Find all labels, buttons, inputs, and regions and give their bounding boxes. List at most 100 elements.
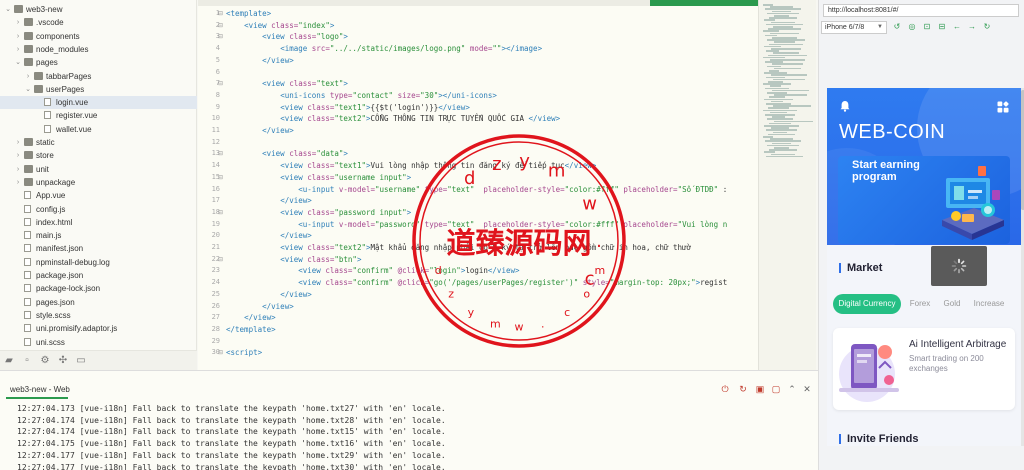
refresh-icon[interactable]: ↻ [982, 22, 992, 31]
tree-file[interactable]: register.vue [0, 109, 197, 122]
device-select[interactable]: iPhone 6/7/8 ▼ [821, 21, 887, 34]
code-line[interactable]: <view class="btn"> [226, 254, 361, 266]
tree-file[interactable]: index.html [0, 216, 197, 229]
chevron-down-icon[interactable]: ⌄ [14, 56, 22, 69]
code-line[interactable]: </view> [226, 55, 294, 67]
fold-icon[interactable]: ⊟ [218, 256, 223, 263]
editor-tab[interactable] [218, 0, 288, 6]
chevron-right-icon[interactable]: › [14, 30, 22, 43]
fold-icon[interactable]: ⊟ [218, 80, 223, 87]
tree-folder[interactable]: › unpackage [0, 176, 197, 189]
code-line[interactable]: <script> [226, 347, 262, 359]
code-line[interactable]: <view class="password input"> [226, 207, 411, 219]
code-line[interactable]: <template> [226, 8, 271, 20]
inspect-icon[interactable]: ⊟ [937, 22, 947, 31]
bell-icon[interactable] [839, 100, 851, 112]
code-line[interactable]: <view class="username input"> [226, 172, 411, 184]
tree-file[interactable]: uni.scss [0, 336, 197, 349]
editor-tab[interactable] [338, 0, 418, 6]
chevron-right-icon[interactable]: › [14, 149, 22, 162]
code-line[interactable]: <u-input v-model="username" type="text" … [226, 184, 727, 196]
tab-forex[interactable]: Forex [905, 294, 935, 314]
terminal-icon[interactable]: ▭ [76, 356, 86, 366]
refresh-icon[interactable]: ↻ [738, 384, 748, 395]
fold-icon[interactable]: ⊟ [218, 150, 223, 157]
tree-folder[interactable]: › static [0, 136, 197, 149]
tree-file[interactable]: uni.promisify.adaptor.js [0, 322, 197, 335]
code-line[interactable]: <view class="text2">CỔNG THÔNG TIN TRỰC … [226, 113, 560, 125]
collapse-icon[interactable]: ⌃ [787, 384, 797, 395]
screenshot-icon[interactable]: ⊡ [922, 22, 932, 31]
tree-folder[interactable]: › .vscode [0, 16, 197, 29]
code-line[interactable]: </view> [226, 312, 276, 324]
gear-icon[interactable]: ⚙ [40, 356, 50, 366]
tree-file[interactable]: login.vue [0, 96, 197, 110]
tab-digital-currency[interactable]: Digital Currency [833, 294, 901, 314]
apps-icon[interactable] [997, 101, 1009, 113]
tab-increase[interactable]: Increase [969, 294, 1009, 314]
tree-file[interactable]: manifest.json [0, 242, 197, 255]
tree-file[interactable]: App.vue [0, 189, 197, 202]
chevron-right-icon[interactable]: › [14, 176, 22, 189]
close-icon[interactable]: ✕ [802, 384, 812, 395]
tree-file[interactable]: wallet.vue [0, 123, 197, 136]
tree-file[interactable]: npminstall-debug.log [0, 256, 197, 269]
code-line[interactable]: </view> [226, 125, 294, 137]
tree-folder[interactable]: › unit [0, 163, 197, 176]
code-line[interactable]: </view> [226, 195, 312, 207]
stop-icon[interactable]: ⏻ [720, 384, 730, 395]
minimap[interactable] [758, 0, 816, 370]
tree-file[interactable]: package.json [0, 269, 197, 282]
chevron-down-icon[interactable]: ⌄ [4, 3, 12, 16]
tree-file[interactable]: pages.json [0, 296, 197, 309]
code-line[interactable]: <view class="text"> [226, 78, 348, 90]
code-line[interactable]: <view class="logo"> [226, 31, 348, 43]
tree-folder[interactable]: › components [0, 30, 197, 43]
file-icon[interactable]: ▫ [22, 356, 32, 366]
fold-icon[interactable]: ⊟ [218, 22, 223, 29]
fold-icon[interactable]: ⊟ [218, 174, 223, 181]
code-line[interactable]: <view class="text1">{{$t('login')}}</vie… [226, 102, 470, 114]
code-line[interactable]: <view class="confirm" @click="login">log… [226, 265, 519, 277]
chevron-right-icon[interactable]: › [14, 136, 22, 149]
fold-icon[interactable]: ⊟ [218, 209, 223, 216]
rotate-icon[interactable]: ↺ [892, 22, 902, 31]
folder-icon[interactable]: ▰ [4, 356, 14, 366]
puzzle-icon[interactable]: ✣ [58, 356, 68, 366]
code-editor[interactable]: 1 ⊟ 2 ⊟ 3 ⊟ 4 5 6 7 ⊟ 8 9 10 11 12 13 ⊟ 14 15 ⊟ 16 17 18 ⊟ 19 20 21… [198, 0, 758, 370]
chevron-right-icon[interactable]: › [14, 16, 22, 29]
tree-folder[interactable]: › store [0, 149, 197, 162]
code-line[interactable]: </view> [226, 230, 312, 242]
tree-folder[interactable]: › tabbarPages [0, 70, 197, 83]
forward-icon[interactable]: → [967, 22, 977, 31]
code-line[interactable]: </view> [226, 301, 294, 313]
url-input[interactable]: http://localhost:8081/#/ [823, 4, 1019, 17]
code-line[interactable]: <image src="../../static/images/logo.png… [226, 43, 542, 55]
tree-folder[interactable]: ⌄ userPages [0, 83, 197, 96]
editor-tab-active[interactable] [650, 0, 758, 6]
code-line[interactable]: <view class="text1">Vui lòng nhập thông … [226, 160, 596, 172]
arbitrage-card[interactable]: Ai Intelligent Arbitrage Smart trading o… [833, 328, 1015, 410]
tree-file[interactable]: style.scss [0, 309, 197, 322]
chevron-down-icon[interactable]: ⌄ [24, 83, 32, 96]
tree-folder[interactable]: ⌄ web3-new [0, 3, 197, 16]
tab-gold[interactable]: Gold [937, 294, 967, 314]
editor-tab[interactable] [448, 0, 518, 6]
tree-file[interactable]: main.js [0, 229, 197, 242]
code-line[interactable]: <view class="text2">Mật khẩu đăng nhập p… [226, 242, 691, 254]
fold-icon[interactable]: ⊟ [218, 10, 223, 17]
tree-folder[interactable]: ⌄ pages [0, 56, 197, 69]
code-line[interactable]: <view class="data"> [226, 148, 348, 160]
target-icon[interactable]: ◎ [907, 22, 917, 31]
code-line[interactable]: </template> [226, 324, 276, 336]
fold-icon[interactable]: ⊟ [218, 349, 223, 356]
back-icon[interactable]: ← [952, 22, 962, 31]
code-line[interactable]: <u-input v-model="password" type="text" … [226, 219, 727, 231]
console-title[interactable]: web3-new - Web [10, 385, 70, 394]
square-icon[interactable]: ▢ [771, 384, 781, 395]
code-line[interactable]: <view class="index"> [226, 20, 334, 32]
code-line[interactable]: </view> [226, 289, 312, 301]
fold-icon[interactable]: ⊟ [218, 33, 223, 40]
chevron-right-icon[interactable]: › [14, 163, 22, 176]
editor-tab[interactable] [558, 0, 608, 6]
